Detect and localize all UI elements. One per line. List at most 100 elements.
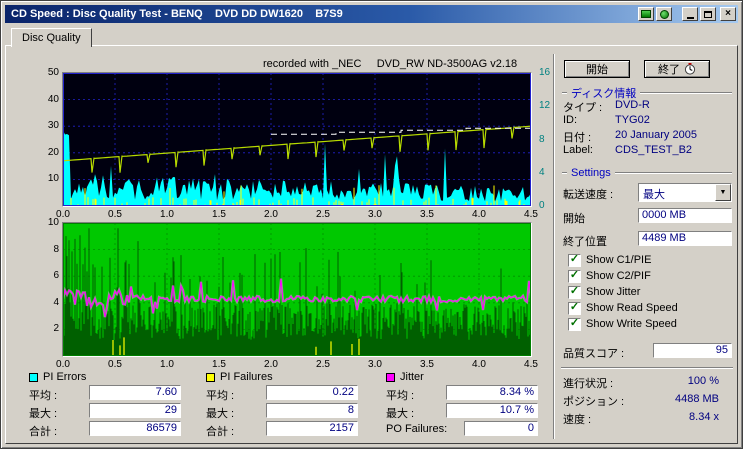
checkbox-box[interactable]: ✓ <box>568 317 581 331</box>
axis-tick-label: 4 <box>539 166 545 178</box>
jitter-color-swatch <box>386 372 395 382</box>
axis-tick-label: 8 <box>539 133 545 145</box>
axis-tick-label: 0 <box>539 200 545 211</box>
disc-date-value: 20 January 2005 <box>615 129 697 141</box>
transfer-speed-label: 転送速度 : <box>563 189 614 201</box>
checkbox-label: Show Write Speed <box>586 318 677 330</box>
legend-jitter: Jitter <box>386 371 424 383</box>
settings-heading: Settings <box>562 167 732 179</box>
checkbox-show-c2-pif[interactable]: ✓ Show C2/PIF <box>568 269 651 283</box>
stop-button[interactable]: 終了 <box>644 60 710 78</box>
chevron-down-icon: ▼ <box>719 189 727 196</box>
tab-panel: recorded with _NEC DVD_RW ND-3500AG v2.1… <box>5 45 738 444</box>
axis-tick-label: 2.0 <box>264 209 278 220</box>
axis-tick-label: 3.5 <box>420 209 434 220</box>
titlebar-tool-button-1[interactable] <box>638 7 654 21</box>
legend-pi-errors-name: PI Errors <box>43 371 87 383</box>
jitter-avg-value: 8.34 % <box>446 385 538 400</box>
legend-pi-failures-name: PI Failures <box>220 371 273 383</box>
pi-errors-total-value: 86579 <box>89 421 181 436</box>
checkbox-box[interactable]: ✓ <box>568 253 581 267</box>
pi-failures-max-label: 最大 : <box>206 408 235 420</box>
minimize-button[interactable] <box>682 7 698 21</box>
pi-errors-max-value: 29 <box>89 403 181 418</box>
stop-button-label: 終了 <box>658 64 680 76</box>
checkbox-show-c1-pie[interactable]: ✓ Show C1/PIE <box>568 253 651 267</box>
pi-errors-avg-value: 7.60 <box>89 385 181 400</box>
pi-errors-max-label: 最大 : <box>29 408 58 420</box>
axis-tick-label: 40 <box>47 93 59 105</box>
axis-tick-label: 2.0 <box>264 359 278 370</box>
axis-tick-label: 50 <box>47 67 59 78</box>
check-icon: ✓ <box>569 269 580 281</box>
jitter-chart <box>62 222 532 357</box>
recorded-with-text: recorded with _NEC DVD_RW ND-3500AG v2.1… <box>263 58 518 70</box>
close-icon: × <box>725 8 731 19</box>
axis-tick-label: 1.5 <box>212 209 226 220</box>
start-position-value: 0000 MB <box>638 208 732 223</box>
axis-tick-label: 10 <box>47 217 59 228</box>
legend-jitter-name: Jitter <box>400 371 424 383</box>
axis-tick-label: 4.0 <box>472 209 486 220</box>
axis-tick-label: 3.5 <box>420 359 434 370</box>
check-icon: ✓ <box>569 285 580 297</box>
po-failures-label: PO Failures: <box>386 423 448 435</box>
check-icon: ✓ <box>569 253 580 265</box>
tab-disc-quality[interactable]: Disc Quality <box>11 28 92 47</box>
progress-value: 100 % <box>687 375 719 387</box>
legend-pi-failures: PI Failures <box>206 371 273 383</box>
axis-tick-label: 2.5 <box>316 359 330 370</box>
pi-failures-total-value: 2157 <box>266 421 358 436</box>
check-icon: ✓ <box>569 317 580 329</box>
checkbox-label: Show C2/PIF <box>586 270 651 282</box>
settings-title: Settings <box>571 167 611 179</box>
titlebar-tool-button-2[interactable] <box>656 7 672 21</box>
window-title: CD Speed : Disc Quality Test - BENQ DVD … <box>11 8 343 20</box>
pi-errors-chart-canvas <box>63 73 531 206</box>
app-window: CD Speed : Disc Quality Test - BENQ DVD … <box>0 0 743 449</box>
checkbox-show-write-speed[interactable]: ✓ Show Write Speed <box>568 317 677 331</box>
transfer-speed-value: 最大 <box>643 189 665 201</box>
disc-date-label: 日付 : <box>563 132 592 144</box>
checkbox-box[interactable]: ✓ <box>568 269 581 283</box>
start-position-label: 開始 <box>563 213 585 225</box>
disc-label-value: CDS_TEST_B2 <box>615 144 693 156</box>
axis-tick-label: 3.0 <box>368 359 382 370</box>
axis-tick-label: 4 <box>53 296 59 308</box>
speed-value: 8.34 x <box>689 411 719 423</box>
status-divider <box>561 367 733 369</box>
checkbox-show-jitter[interactable]: ✓ Show Jitter <box>568 285 640 299</box>
maximize-button[interactable] <box>700 7 716 21</box>
axis-tick-label: 1.0 <box>160 359 174 370</box>
axis-tick-label: 2 <box>53 323 59 335</box>
axis-tick-label: 1.0 <box>160 209 174 220</box>
axis-tick-label: 3.0 <box>368 209 382 220</box>
disc-type-value: DVD-R <box>615 99 650 111</box>
pi-errors-total-label: 合計 : <box>29 426 58 438</box>
pi-failures-max-value: 8 <box>266 403 358 418</box>
axis-tick-label: 4.5 <box>524 359 538 370</box>
dropdown-button[interactable]: ▼ <box>715 184 731 201</box>
transfer-speed-select[interactable]: 最大 ▼ <box>638 183 732 202</box>
axis-tick-label: 0.5 <box>108 359 122 370</box>
axis-tick-label: 12 <box>539 100 551 112</box>
axis-tick-label: 16 <box>539 67 551 78</box>
axis-tick-label: 6 <box>53 270 59 282</box>
titlebar[interactable]: CD Speed : Disc Quality Test - BENQ DVD … <box>5 5 738 23</box>
start-button[interactable]: 開始 <box>564 60 630 78</box>
checkbox-box[interactable]: ✓ <box>568 301 581 315</box>
disc-icon <box>641 10 651 18</box>
axis-tick-label: 0.0 <box>56 359 70 370</box>
disc-type-label: タイプ : <box>563 102 603 114</box>
axis-tick-label: 10 <box>47 173 59 185</box>
start-button-label: 開始 <box>586 64 608 76</box>
end-position-label: 終了位置 <box>563 236 607 248</box>
disc-id-value: TYG02 <box>615 114 650 126</box>
quality-score-label: 品質スコア : <box>563 348 625 360</box>
checkbox-label: Show Read Speed <box>586 302 678 314</box>
pi-failures-avg-label: 平均 : <box>206 390 235 402</box>
close-button[interactable]: × <box>720 7 736 21</box>
panel-separator <box>553 54 555 439</box>
checkbox-box[interactable]: ✓ <box>568 285 581 299</box>
checkbox-show-read-speed[interactable]: ✓ Show Read Speed <box>568 301 678 315</box>
